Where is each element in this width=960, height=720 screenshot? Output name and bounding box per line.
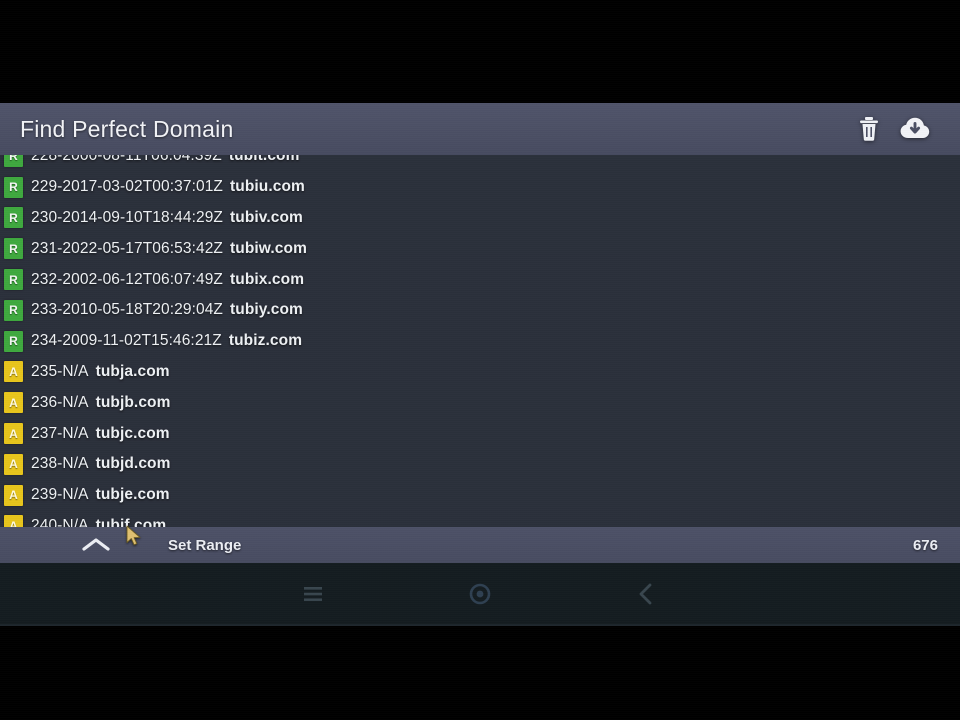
list-item-domain: tubjc.com (95, 424, 170, 442)
list-item-text: 233-2010-05-18T20:29:04Z tubiy.com (31, 301, 303, 319)
list-item-domain: tubit.com (228, 155, 300, 165)
list-item-text: 232-2002-06-12T06:07:49Z tubix.com (31, 271, 304, 289)
list-item-meta: 231-2022-05-17T06:53:42Z (31, 239, 223, 257)
list-item[interactable]: R 229-2017-03-02T00:37:01Z tubiu.com (0, 172, 960, 203)
home-icon[interactable] (460, 574, 500, 614)
list-item-text: 235-N/A tubja.com (31, 363, 170, 381)
registered-badge: R (4, 155, 23, 167)
registered-badge: R (4, 269, 23, 291)
available-badge: A (4, 361, 23, 383)
list-item[interactable]: R 234-2009-11-02T15:46:21Z tubiz.com (0, 326, 960, 357)
list-item-meta: 237-N/A (31, 424, 89, 442)
list-item-meta: 232-2002-06-12T06:07:49Z (31, 270, 223, 288)
registered-badge: R (4, 238, 23, 260)
domain-list[interactable]: R 228-2000-08-11T06:04:39Z tubit.com R 229-2… (0, 155, 960, 527)
list-item-text: 237-N/A tubjc.com (31, 425, 170, 443)
list-item[interactable]: R 231-2022-05-17T06:53:42Z tubiw.com (0, 233, 960, 264)
list-item-domain: tubix.com (229, 270, 305, 288)
list-item-text: 234-2009-11-02T15:46:21Z tubiz.com (31, 332, 302, 350)
list-item-text: 238-N/A tubjd.com (31, 455, 171, 473)
recent-apps-icon[interactable] (293, 574, 333, 614)
available-badge: A (4, 453, 23, 475)
list-item[interactable]: A 236-N/A tubjb.com (0, 387, 960, 418)
list-item-meta: 234-2009-11-02T15:46:21Z (31, 332, 222, 350)
list-item-domain: tubiy.com (229, 301, 303, 319)
page-title: Find Perfect Domain (20, 115, 234, 142)
cloud-download-icon[interactable] (898, 112, 932, 146)
nav-bar-divider (0, 624, 960, 626)
list-item-text: 236-N/A tubjb.com (31, 394, 171, 412)
chevron-up-icon[interactable] (66, 527, 126, 563)
android-nav-bar (0, 563, 960, 625)
list-item[interactable]: A 235-N/A tubja.com (0, 357, 960, 388)
available-badge: A (4, 484, 23, 506)
list-item-meta: 233-2010-05-18T20:29:04Z (31, 301, 223, 319)
list-item-text: 240-N/A tubjf.com (31, 517, 166, 527)
list-item[interactable]: A 239-N/A tubje.com (0, 480, 960, 511)
list-item[interactable]: R 230-2014-09-10T18:44:29Z tubiv.com (0, 203, 960, 234)
list-item-text: 231-2022-05-17T06:53:42Z tubiw.com (31, 240, 307, 258)
list-item-text: 228-2000-08-11T06:04:39Z tubit.com (31, 155, 300, 165)
domain-list-inner: R 228-2000-08-11T06:04:39Z tubit.com R 229-2… (0, 155, 960, 527)
list-item-text: 230-2014-09-10T18:44:29Z tubiv.com (31, 209, 303, 227)
list-item[interactable]: R 228-2000-08-11T06:04:39Z tubit.com (0, 155, 960, 172)
list-item-text: 239-N/A tubje.com (31, 486, 170, 504)
list-item-domain: tubiz.com (228, 332, 303, 350)
list-item-domain: tubjb.com (95, 393, 171, 411)
app-window: Find Perfect Domain R 228-2000-08-11T06:… (0, 103, 960, 563)
list-item-domain: tubjf.com (95, 516, 167, 527)
available-badge: A (4, 515, 23, 527)
back-icon[interactable] (627, 574, 667, 614)
list-item-domain: tubiv.com (229, 208, 303, 226)
list-item-meta: 235-N/A (31, 362, 89, 380)
delete-icon[interactable] (852, 112, 886, 146)
list-item-domain: tubiw.com (229, 239, 307, 257)
list-item[interactable]: R 232-2002-06-12T06:07:49Z tubix.com (0, 264, 960, 295)
registered-badge: R (4, 207, 23, 229)
list-item-domain: tubje.com (95, 486, 170, 504)
list-item[interactable]: A 240-N/A tubjf.com (0, 511, 960, 527)
list-item-meta: 228-2000-08-11T06:04:39Z (31, 155, 222, 165)
bottom-toolbar: Set Range 676 (0, 527, 960, 563)
list-item-meta: 236-N/A (31, 393, 89, 411)
list-item[interactable]: A 237-N/A tubjc.com (0, 418, 960, 449)
available-badge: A (4, 392, 23, 414)
list-item-text: 229-2017-03-02T00:37:01Z tubiu.com (31, 178, 305, 196)
range-count: 676 (912, 536, 938, 554)
list-item-domain: tubiu.com (229, 178, 305, 196)
list-item-meta: 240-N/A (31, 516, 89, 527)
screen: Find Perfect Domain R 228-2000-08-11T06:… (0, 0, 960, 720)
set-range-label[interactable]: Set Range (168, 537, 241, 554)
available-badge: A (4, 423, 23, 445)
list-item[interactable]: A 238-N/A tubjd.com (0, 449, 960, 480)
list-item-meta: 230-2014-09-10T18:44:29Z (31, 208, 223, 226)
list-item-meta: 229-2017-03-02T00:37:01Z (31, 178, 223, 196)
list-item-meta: 238-N/A (31, 455, 89, 473)
registered-badge: R (4, 299, 23, 321)
list-item-domain: tubja.com (95, 362, 170, 380)
registered-badge: R (4, 176, 23, 198)
list-item[interactable]: R 233-2010-05-18T20:29:04Z tubiy.com (0, 295, 960, 326)
list-item-domain: tubjd.com (95, 455, 171, 473)
title-bar: Find Perfect Domain (0, 103, 960, 155)
registered-badge: R (4, 330, 23, 352)
title-bar-actions (852, 112, 932, 146)
list-item-meta: 239-N/A (31, 486, 89, 504)
